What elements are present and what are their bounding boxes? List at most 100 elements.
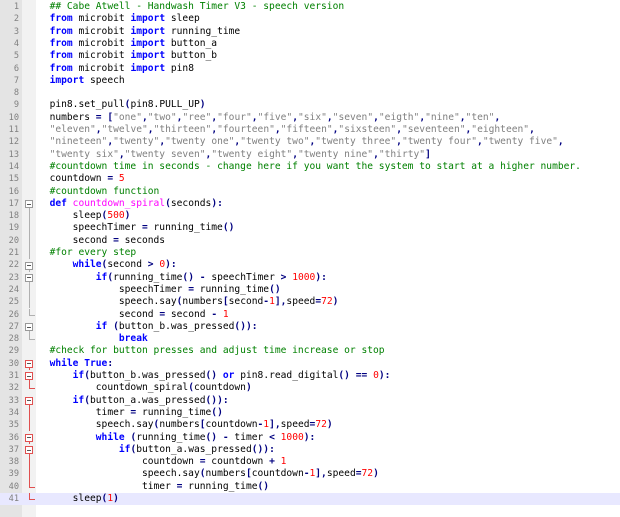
code-line[interactable]: 25 speech.say(numbers[second-1],speed=72…	[0, 296, 620, 309]
fold-toggle-icon[interactable]	[24, 432, 34, 444]
code-line[interactable]: 36 while (running_time() - timer < 1000)…	[0, 432, 620, 444]
code-token: "twenty four"	[401, 136, 478, 148]
line-number: 4	[13, 38, 19, 49]
code-editor[interactable]: 1 ## Cabe Atwell - Handwash Timer V3 - s…	[0, 0, 620, 517]
code-line[interactable]: 24 speechTimer = running_time()	[0, 283, 620, 297]
code-line[interactable]: 12 "nineteen","twenty","twenty one","twe…	[0, 136, 620, 148]
code-line[interactable]: 4 from microbit import button_a	[0, 38, 620, 50]
line-number: 31	[8, 371, 19, 381]
code-line[interactable]: 37 if(button_a.was_pressed()):	[0, 444, 620, 457]
code-line[interactable]: 26 second = second - 1	[0, 308, 620, 321]
code-line[interactable]: 17 def countdown_spiral(seconds):	[0, 197, 620, 211]
line-number: 38	[8, 457, 19, 468]
code-line[interactable]: 29 #check for button presses and adjust …	[0, 345, 620, 357]
fold-toggle-icon[interactable]	[24, 198, 34, 211]
code-line[interactable]: 5 from microbit import button_b	[0, 50, 620, 62]
line-number: 25	[8, 297, 19, 308]
code-line[interactable]: 11 "eleven","twelve","thirteen","fourtee…	[0, 124, 620, 136]
code-token: #countdown time in seconds - change here…	[49, 160, 581, 172]
fold-toggle-icon[interactable]	[24, 272, 34, 284]
code-line[interactable]: 32 countdown_spiral(countdown)	[0, 382, 620, 394]
line-number: 6	[13, 63, 19, 74]
code-token: second	[118, 308, 160, 320]
code-line[interactable]: 13 "twenty six","twenty seven","twenty e…	[0, 149, 620, 161]
code-line[interactable]: 23 if(running_time() - speechTimer > 100…	[0, 272, 620, 284]
line-number: 35	[8, 420, 19, 431]
line-number: 19	[8, 223, 19, 234]
code-token: import	[130, 37, 166, 49]
code-token: = [	[95, 111, 114, 123]
code-line[interactable]: 30 while True:	[0, 358, 620, 370]
code-line[interactable]: 3 from microbit import running_time	[0, 26, 620, 38]
code-token: speech.say	[141, 468, 200, 480]
code-line[interactable]: 39 speech.say(numbers[countdown-1],speed…	[0, 468, 620, 481]
code-token: break	[118, 333, 148, 345]
code-text: #check for button presses and adjust tim…	[38, 345, 385, 357]
code-token: #countdown function	[49, 185, 160, 197]
fold-guide-line	[24, 308, 35, 321]
code-line[interactable]: 27 if (button_b.was_pressed()):	[0, 320, 620, 334]
code-line[interactable]: 9 pin8.set_pull(pin8.PULL_UP)	[0, 99, 620, 111]
code-line[interactable]: 6 from microbit import pin8	[0, 63, 620, 75]
code-line[interactable]: 21 #for every step	[0, 247, 620, 260]
code-line[interactable]: 15 countdown = 5	[0, 173, 620, 185]
code-token: from	[49, 25, 73, 37]
code-line[interactable]: 33 if(button_a.was_pressed()):	[0, 395, 620, 407]
code-token: 5	[118, 173, 125, 185]
fold-toggle-icon[interactable]	[24, 321, 34, 334]
code-text: import speech	[38, 75, 125, 87]
code-line[interactable]: 22 while(second > 0):	[0, 259, 620, 272]
code-line[interactable]: 1 ## Cabe Atwell - Handwash Timer V3 - s…	[0, 1, 620, 13]
line-number: 10	[8, 112, 19, 123]
code-token: ],	[274, 296, 287, 308]
code-line[interactable]: 34 timer = running_time()	[0, 406, 620, 420]
code-line[interactable]: 2 from microbit import sleep	[0, 13, 620, 25]
code-line[interactable]: 28 break	[0, 333, 620, 345]
fold-toggle-icon[interactable]	[24, 358, 34, 370]
code-token: )	[326, 419, 333, 431]
fold-toggle-icon[interactable]	[24, 259, 34, 272]
code-token: "nineteen"	[49, 136, 108, 148]
code-line[interactable]: 14 #countdown time in seconds - change h…	[0, 161, 620, 173]
code-line[interactable]: 19 speechTimer = running_time()	[0, 222, 620, 235]
code-token: from	[49, 13, 73, 25]
code-text: break	[38, 333, 148, 345]
code-token: ()):	[234, 320, 258, 332]
code-line[interactable]: 31 if(button_b.was_pressed() or pin8.rea…	[0, 370, 620, 383]
code-token: button_a	[165, 37, 218, 49]
code-token: if	[95, 320, 108, 332]
code-token: #check for button presses and adjust tim…	[49, 345, 385, 357]
code-line[interactable]: 41 sleep(1)	[0, 493, 620, 506]
code-text: second = seconds	[38, 235, 165, 247]
code-token: )	[245, 382, 252, 394]
code-line[interactable]: 20 second = seconds	[0, 234, 620, 247]
code-text: if(button_a.was_pressed()):	[38, 444, 275, 456]
code-line[interactable]: 16 #countdown function	[0, 186, 620, 198]
code-line[interactable]: 7 import speech	[0, 75, 620, 87]
fold-toggle-icon[interactable]	[24, 370, 34, 383]
code-token: ()):	[251, 443, 275, 455]
fold-guide-line	[24, 493, 35, 505]
code-token: 72	[321, 296, 333, 308]
code-token: button_b.was_pressed	[90, 370, 206, 381]
code-line[interactable]: 18 sleep(500)	[0, 210, 620, 223]
code-line[interactable]: 35 speech.say(numbers[countdown-1],speed…	[0, 419, 620, 432]
code-line[interactable]: 40 timer = running_time()	[0, 480, 620, 493]
code-text: while (running_time() - timer < 1000):	[38, 432, 316, 444]
fold-toggle-icon[interactable]	[24, 395, 34, 407]
code-line[interactable]: 10 numbers = ["one","two","ree","four","…	[0, 112, 620, 124]
fold-toggle-icon[interactable]	[24, 444, 34, 457]
code-token: "eigth"	[378, 111, 420, 123]
code-token: running_time	[193, 283, 270, 295]
code-token: ,	[494, 111, 501, 123]
code-token: "twenty eight"	[211, 148, 293, 160]
code-line[interactable]: 8	[0, 87, 620, 99]
code-token: ):	[211, 197, 223, 209]
code-line[interactable]: 38 countdown = countdown + 1	[0, 456, 620, 469]
